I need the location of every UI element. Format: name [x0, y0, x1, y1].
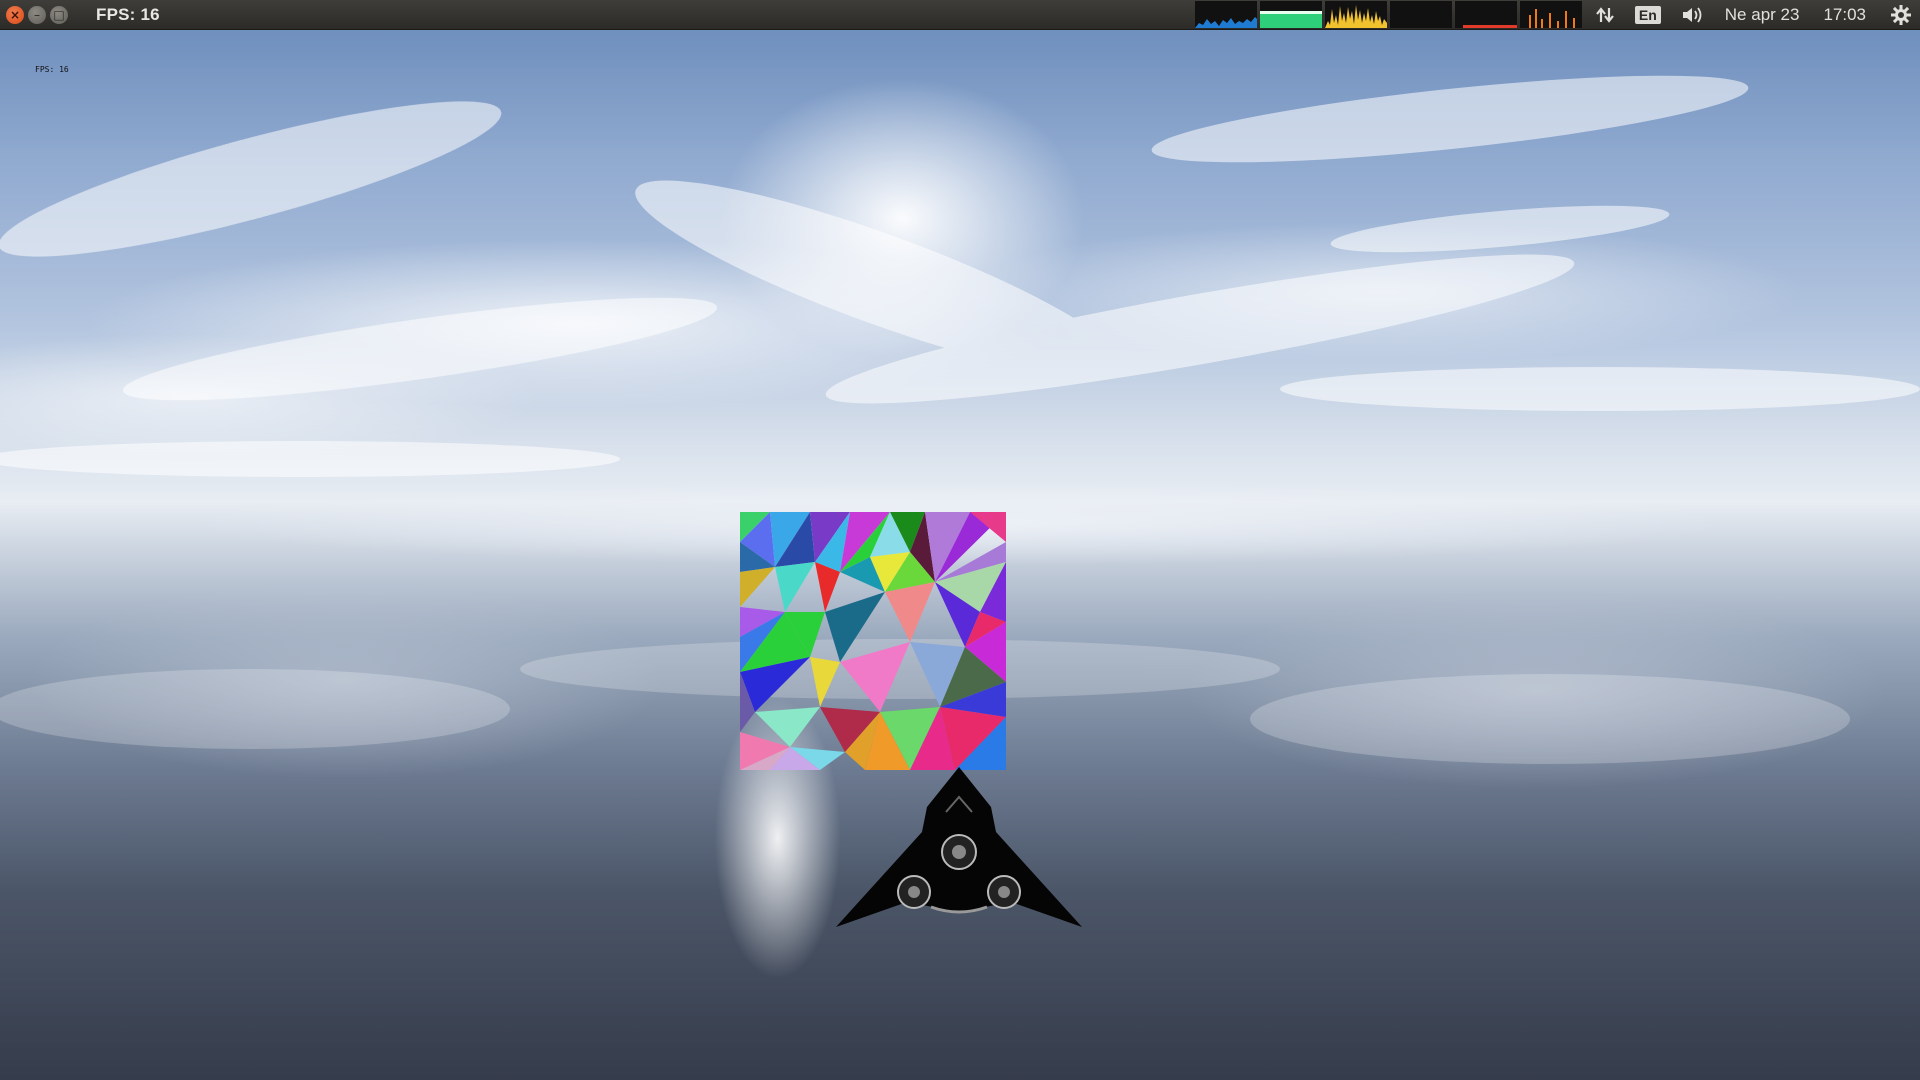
- minimize-icon: –: [34, 7, 40, 22]
- system-monitor-graph-network[interactable]: [1324, 1, 1387, 28]
- sound-indicator[interactable]: [1681, 5, 1705, 25]
- network-updown-icon: [1596, 6, 1614, 23]
- triangle-mosaic-cube: [740, 512, 1006, 770]
- system-monitor-graph-memory[interactable]: [1259, 1, 1322, 28]
- indicator-area: En Ne apr 23 17:03: [1194, 0, 1920, 29]
- gear-icon: [1891, 4, 1911, 25]
- player-spaceship: [836, 767, 1082, 927]
- volume-icon: [1682, 6, 1702, 23]
- maximize-button[interactable]: □: [50, 5, 68, 24]
- disk-graph-svg: [1528, 9, 1575, 28]
- close-icon: ×: [9, 7, 21, 22]
- session-menu[interactable]: [1890, 4, 1912, 26]
- window-title: FPS: 16: [96, 4, 160, 24]
- fps-overlay-text: FPS: 16: [35, 65, 69, 74]
- window-controls: × – □: [6, 5, 68, 24]
- top-panel: × – □ FPS: 16 En Ne apr 23 17:03: [0, 0, 1920, 30]
- keyboard-layout-indicator[interactable]: En: [1634, 5, 1661, 24]
- minimize-button[interactable]: –: [28, 5, 46, 24]
- game-viewport[interactable]: FPS: 16: [0, 29, 1920, 1080]
- system-monitor-graph-load[interactable]: [1454, 1, 1517, 28]
- memory-graph-svg: [1259, 11, 1322, 28]
- time-label[interactable]: 17:03: [1823, 5, 1866, 25]
- close-button[interactable]: ×: [6, 5, 24, 24]
- network-indicator[interactable]: [1595, 5, 1615, 25]
- load-graph-svg: [1462, 25, 1517, 28]
- network-graph-svg: [1324, 5, 1387, 28]
- maximize-icon: □: [53, 7, 65, 22]
- system-monitor-graph-swap[interactable]: [1389, 1, 1452, 28]
- system-monitor-graph-disk[interactable]: [1519, 1, 1582, 28]
- system-monitor-graph-cpu[interactable]: [1194, 1, 1257, 28]
- language-label: En: [1634, 5, 1661, 24]
- cpu-graph-svg: [1194, 17, 1257, 28]
- date-label[interactable]: Ne apr 23: [1725, 5, 1800, 25]
